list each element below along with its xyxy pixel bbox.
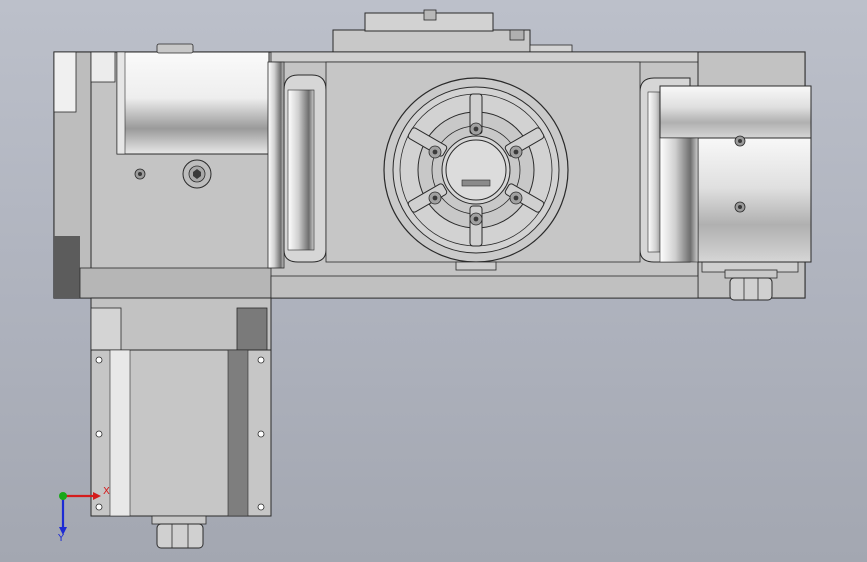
- y-axis-label: Y: [58, 533, 65, 544]
- right-nut: [724, 269, 778, 301]
- rotary-table: [325, 61, 641, 271]
- left-slot: [267, 61, 327, 269]
- top-boss: [332, 9, 573, 55]
- left-cylinder: [116, 43, 270, 155]
- origin-marker: [59, 492, 67, 500]
- cad-viewport[interactable]: [0, 0, 867, 562]
- right-cylinder: [659, 85, 812, 263]
- motor: [90, 297, 272, 549]
- x-axis-label: X: [103, 486, 110, 497]
